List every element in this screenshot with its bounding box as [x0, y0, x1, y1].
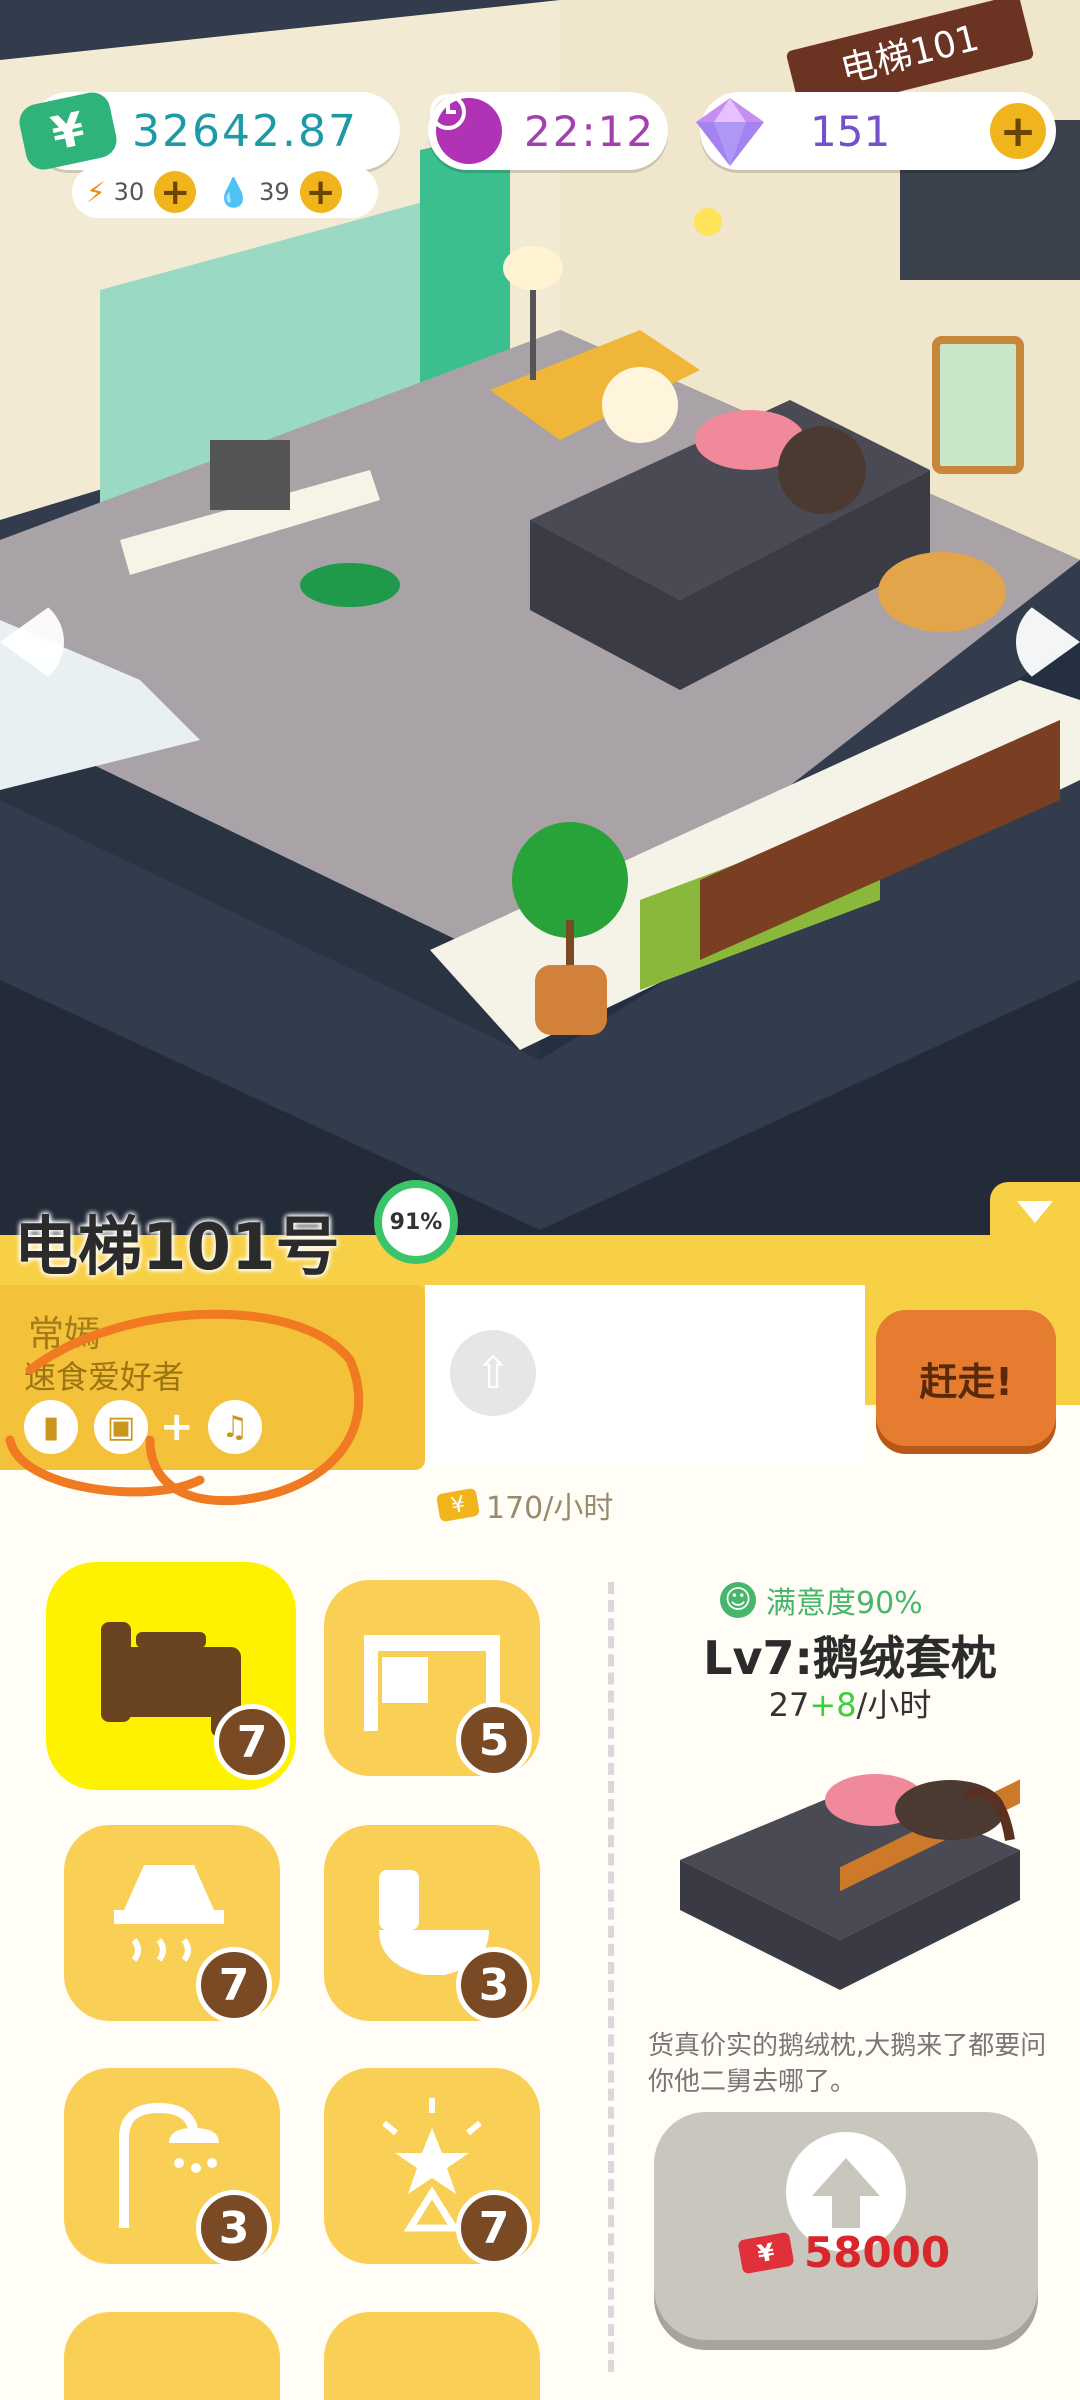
energy-counter: ⚡ 30 + [86, 171, 197, 213]
collapse-panel-button[interactable] [990, 1182, 1080, 1242]
category-more-1[interactable] [64, 2312, 280, 2400]
water-value: 39 [259, 178, 290, 206]
rate-unit: /小时 [856, 1686, 932, 1724]
category-level-badge: 3 [456, 1947, 532, 2023]
item-rate: 27+8/小时 [650, 1680, 1050, 1726]
money-value: 32642.87 [132, 105, 358, 157]
room-scene[interactable]: 电梯101 ¥ 32642.87 ⚡ 30 + 💧 39 + 22:12 151… [0, 0, 1080, 1235]
category-more-2[interactable] [324, 2312, 540, 2400]
item-description: 货真价实的鹅绒枕,大鹅来了都要问你他二舅去哪了。 [648, 2031, 1047, 2097]
category-level-badge: 7 [214, 1704, 290, 1780]
add-gems-button[interactable]: + [990, 103, 1046, 159]
satisfaction-indicator: ☺ 满意度90% [720, 1578, 923, 1622]
item-name: Lv7:鹅绒套枕 [703, 1631, 997, 1685]
time-value: 22:12 [524, 106, 656, 156]
clock-icon [430, 94, 502, 164]
panel-divider [608, 1582, 614, 2372]
orange-scribble-annotation [5, 1309, 364, 1506]
chevron-down-icon [1017, 1201, 1053, 1223]
category-level-badge: 7 [196, 1947, 272, 2023]
water-counter: 💧 39 + [216, 171, 342, 213]
category-level-badge: 3 [196, 2190, 272, 2266]
money-counter: ¥ 32642.87 [16, 89, 400, 173]
room-income: ¥ 170/小时 [435, 1483, 614, 1527]
water-drop-icon: 💧 [216, 175, 252, 209]
price-value: 58000 [804, 2228, 951, 2277]
category-level-badge: 7 [456, 2190, 532, 2266]
category-level-badge: 5 [456, 1702, 532, 1778]
resource-counters: ⚡ 30 + 💧 39 + [72, 166, 378, 218]
upgrade-price: ¥ 58000 [737, 2228, 951, 2277]
satisfaction-value: 满意度90% [766, 1586, 923, 1621]
smile-icon: ☺ [720, 1582, 756, 1618]
occupancy-badge: 91% [374, 1180, 458, 1264]
evict-button[interactable]: 赶走! [876, 1310, 1056, 1446]
diamond-icon [696, 98, 764, 166]
yen-icon: ¥ [737, 2231, 795, 2274]
category-range-hood[interactable]: 7 [64, 1825, 280, 2023]
yen-icon: ¥ [435, 1487, 481, 1523]
rate-bonus: +8 [809, 1686, 857, 1724]
room-title: 电梯101号 [14, 1211, 340, 1285]
item-preview-bed [680, 1774, 1020, 1990]
income-value: 170/小时 [486, 1491, 614, 1526]
category-desk[interactable]: 5 [324, 1580, 540, 1778]
empty-slot-icon: ⇧ [450, 1330, 536, 1416]
game-clock: 22:12 [428, 92, 668, 170]
gem-counter: 151 + [696, 92, 1056, 170]
add-energy-button[interactable]: + [154, 171, 197, 213]
category-shower[interactable]: 3 [64, 2068, 280, 2266]
category-bed[interactable]: 7 [46, 1562, 296, 1790]
category-toilet[interactable]: 3 [324, 1825, 540, 2023]
energy-value: 30 [113, 178, 145, 206]
rate-base: 27 [768, 1686, 810, 1724]
category-lamp[interactable]: 7 [324, 2068, 540, 2266]
gem-value: 151 [810, 106, 891, 156]
add-water-button[interactable]: + [299, 171, 342, 213]
lightning-icon: ⚡ [86, 175, 106, 209]
